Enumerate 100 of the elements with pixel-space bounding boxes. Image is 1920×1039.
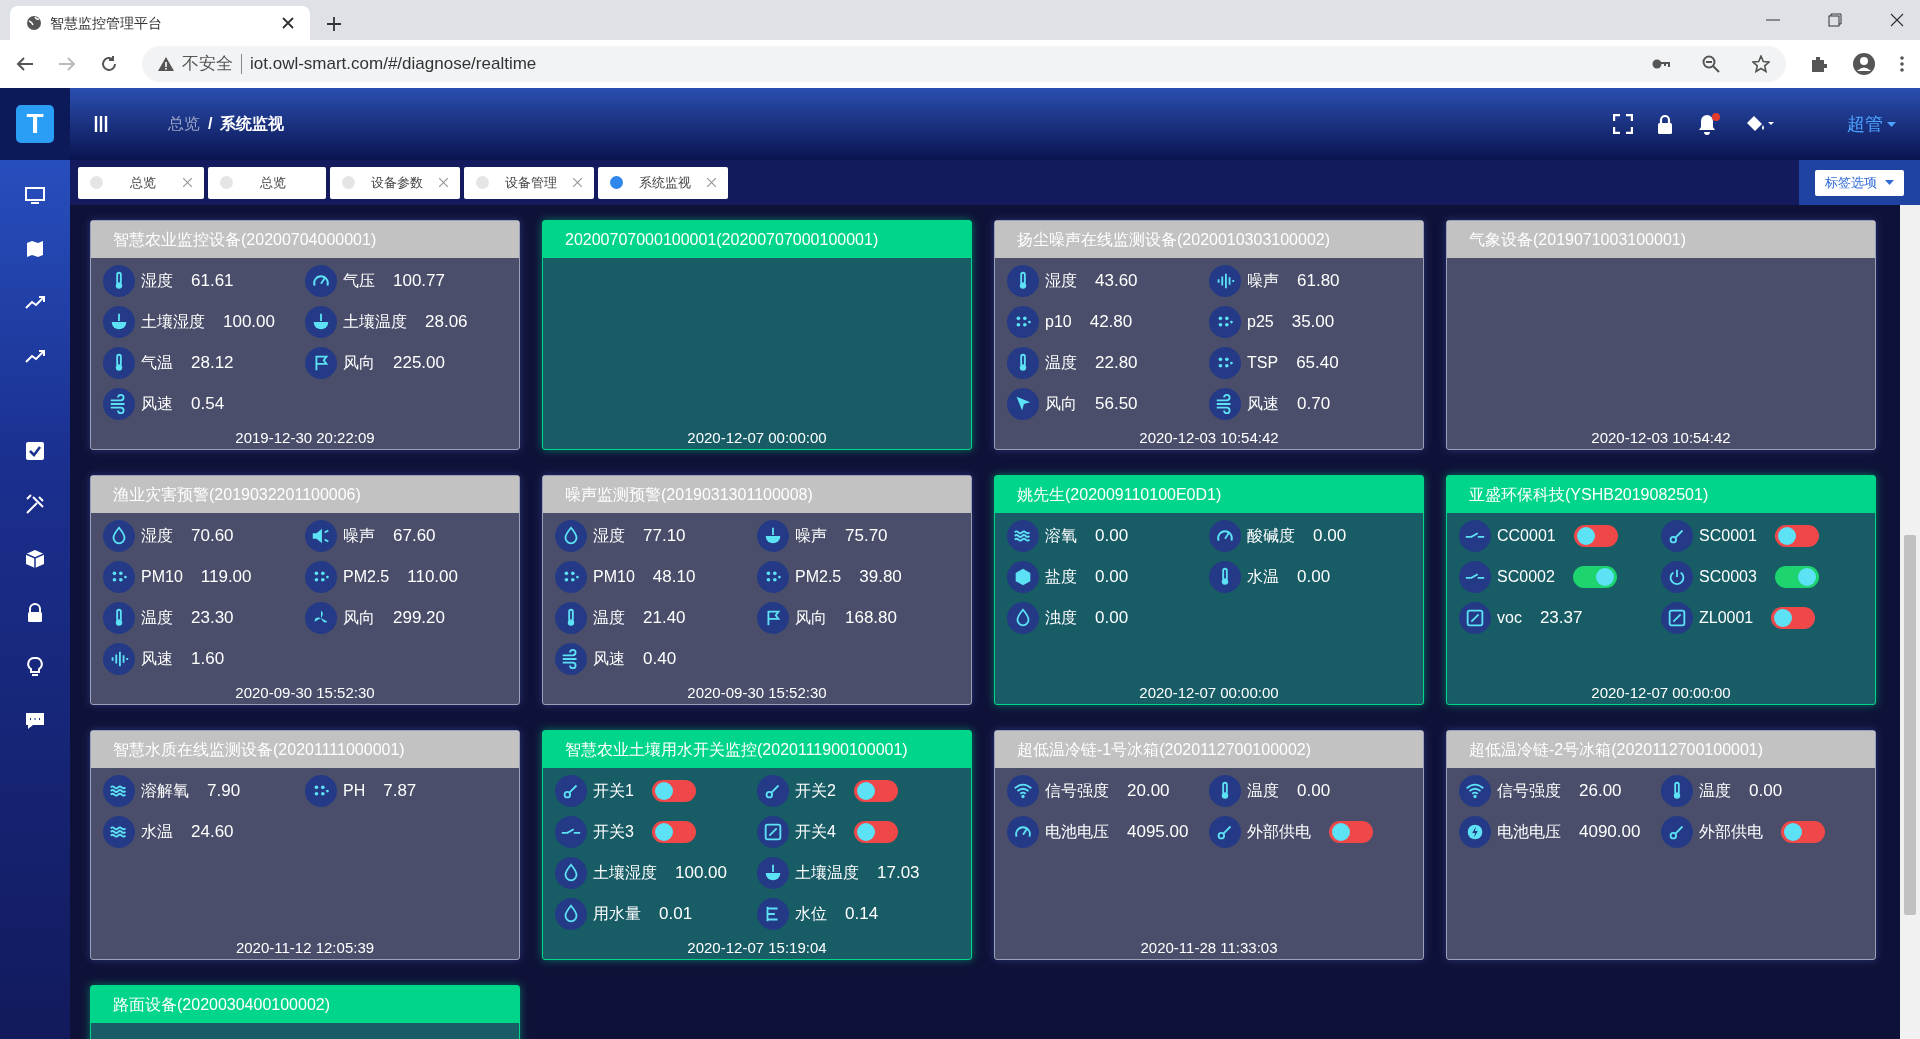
metric-value: 0.40 (643, 647, 677, 670)
wind-icon (103, 387, 135, 420)
timestamp: 2020-11-12 12:05:39 (234, 938, 376, 958)
toggle-switch[interactable] (1781, 820, 1825, 843)
map-icon[interactable] (24, 238, 46, 260)
metric-value: 35.00 (1291, 310, 1335, 333)
menu-icon[interactable] (94, 115, 108, 133)
toggle-switch[interactable] (1774, 565, 1819, 588)
dots-icon (305, 774, 337, 807)
toggle-switch[interactable] (651, 779, 696, 802)
toggle-switch[interactable] (1774, 524, 1819, 547)
toggle-switch[interactable] (853, 779, 898, 802)
metric-label: 噪声 (795, 525, 827, 546)
scrollbar[interactable] (1900, 205, 1920, 1039)
address-bar[interactable]: 不安全 iot.owl-smart.com/#/diagnose/realtime (142, 46, 1786, 82)
metric-label: 噪声 (1247, 270, 1279, 291)
card-title: 智慧农业监控设备(20200704000001) (91, 221, 519, 258)
metric-label: 溶氧 (1045, 525, 1077, 546)
metric-value: 1.60 (191, 647, 225, 670)
close-icon[interactable] (282, 17, 294, 29)
metric-value: 7.90 (207, 779, 241, 802)
metric-label: 水温 (1247, 566, 1279, 587)
breadcrumb-item[interactable]: 总览 (168, 112, 200, 136)
bell-icon[interactable] (1697, 112, 1721, 136)
browser-tab[interactable]: 智慧监控管理平台 (10, 6, 310, 40)
metric-label: 风向 (795, 607, 827, 628)
timestamp: 2020-12-03 10:54:42 (1138, 428, 1280, 448)
gauge-icon (305, 264, 337, 297)
monitor-icon[interactable] (24, 184, 46, 206)
bowl-icon (305, 305, 337, 338)
metric-value: 110.00 (407, 565, 458, 588)
thermometer-icon (103, 601, 135, 634)
fullscreen-icon[interactable] (1613, 114, 1633, 134)
metric-label: TSP (1247, 352, 1279, 373)
security-label: 不安全 (182, 53, 233, 76)
metric-label: 外部供电 (1247, 821, 1311, 842)
metric-value: 100.00 (223, 310, 275, 333)
power-icon (1661, 560, 1693, 593)
checkbox-icon[interactable] (24, 440, 46, 462)
lock-icon[interactable] (1657, 114, 1673, 134)
caret-icon (1885, 180, 1894, 185)
metric-label: SC0001 (1699, 525, 1757, 546)
metric-value: 56.50 (1095, 392, 1138, 415)
dots-icon (1007, 305, 1039, 338)
close-icon[interactable] (1890, 13, 1904, 27)
bowl-icon (103, 305, 135, 338)
page-tab[interactable]: 设备管理 (464, 166, 594, 199)
metric-value: 77.10 (643, 524, 686, 547)
toggle-switch[interactable] (853, 820, 898, 843)
bulb-icon[interactable] (24, 656, 46, 678)
toggle-switch[interactable] (651, 820, 696, 843)
thermometer-icon (1209, 774, 1241, 807)
chat-icon[interactable] (24, 710, 46, 732)
metric-label: 浊度 (1045, 607, 1077, 628)
puzzle-icon[interactable] (1810, 55, 1828, 73)
tab-options-button[interactable]: 标签选项 (1815, 169, 1904, 196)
metric-label: 溶解氧 (141, 780, 189, 801)
timestamp: 2020-12-07 00:00:00 (686, 428, 828, 448)
thermometer-icon (1209, 560, 1241, 593)
edit-icon (1459, 601, 1491, 634)
account-icon[interactable] (1852, 52, 1876, 76)
toggle-switch[interactable] (1572, 565, 1617, 588)
metric-label: 温度 (1045, 352, 1077, 373)
paint-bucket-icon[interactable] (1745, 114, 1775, 134)
user-menu[interactable]: 超管 (1847, 110, 1896, 138)
page-tab[interactable]: 总览 (78, 166, 204, 199)
metric-label: 水位 (795, 903, 827, 924)
cube-icon[interactable] (24, 548, 46, 570)
more-icon[interactable] (1900, 56, 1904, 72)
timestamp: 2020-11-28 11:33:03 (1139, 938, 1279, 958)
star-icon[interactable] (1752, 55, 1770, 73)
level-icon (757, 897, 789, 930)
page-tab[interactable]: 设备参数 (330, 166, 460, 199)
toggle-switch[interactable] (1771, 606, 1816, 629)
new-tab-icon[interactable] (326, 16, 342, 32)
thermometer-icon (103, 346, 135, 379)
thermometer-icon (1007, 346, 1039, 379)
key-icon[interactable] (1652, 58, 1670, 70)
back-icon[interactable] (16, 56, 34, 72)
thermometer-icon (103, 264, 135, 297)
restore-icon[interactable] (1828, 13, 1842, 27)
page-tab[interactable]: 总览 (208, 166, 326, 199)
thermometer-icon (1661, 774, 1693, 807)
page-tab[interactable]: 系统监视 (598, 166, 728, 199)
metric-label: SC0003 (1699, 566, 1757, 587)
toggle-switch[interactable] (1329, 820, 1373, 843)
tools-icon[interactable] (24, 494, 46, 516)
reload-icon[interactable] (100, 55, 118, 73)
metric-label: 土壤温度 (795, 862, 859, 883)
metric-value: 0.54 (191, 392, 225, 415)
metric-value: 65.40 (1296, 351, 1339, 374)
metric-label: 噪声 (343, 525, 375, 546)
sound-bars-icon (1209, 264, 1241, 297)
metric-value: 299.20 (393, 606, 445, 629)
metric-label: SC0002 (1497, 566, 1555, 587)
metric-value: 0.00 (1313, 524, 1347, 547)
toggle-switch[interactable] (1573, 524, 1618, 547)
metric-label: 盐度 (1045, 566, 1077, 587)
zoom-out-icon[interactable] (1702, 55, 1720, 73)
wind-icon (555, 642, 587, 675)
